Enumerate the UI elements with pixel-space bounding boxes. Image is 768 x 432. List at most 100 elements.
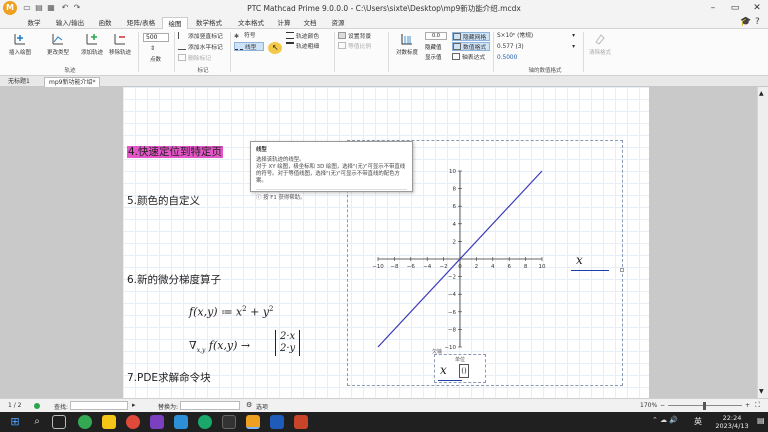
plot-axis-variable[interactable]: x — [576, 253, 583, 267]
find-input[interactable] — [70, 401, 128, 410]
axis-expression-button[interactable]: 轴表达式 — [452, 53, 485, 62]
hide-value-label[interactable]: 隐藏值 — [425, 43, 442, 51]
insert-plot-button[interactable]: 插入绘图 — [6, 32, 34, 56]
set-background-label: 设置背景 — [348, 34, 372, 40]
workspace: 4.快速定位到特定页 5.颜色的自定义 6.新的微分梯度算子 f(x,y) ≔ … — [0, 87, 768, 398]
trace-color-dropdown[interactable]: 轨迹颜色 — [286, 32, 319, 41]
windows-start-icon[interactable]: ⊞ — [8, 415, 22, 429]
scroll-up-icon[interactable]: ▲ — [759, 90, 764, 97]
add-vertical-marker-button[interactable]: 添加竖直标记 — [178, 32, 223, 41]
x-tick-label: −6 — [407, 264, 416, 270]
tab-text-format[interactable]: 文本格式 — [232, 17, 270, 29]
gradient-expression[interactable]: ∇x,y f(x,y) → — [189, 339, 250, 354]
document-tab-bar: 无标题1 mp9新功能介绍* — [0, 76, 768, 87]
taskbar-date[interactable]: 2023/4/13 — [708, 422, 756, 430]
worksheet-page[interactable]: 4.快速定位到特定页 5.颜色的自定义 6.新的微分梯度算子 f(x,y) ≔ … — [123, 87, 649, 398]
units-box[interactable]: 单位 x () — [434, 354, 486, 383]
tab-math-format[interactable]: 数学格式 — [190, 17, 228, 29]
remove-trace-icon — [114, 34, 125, 45]
onenote-icon[interactable] — [150, 415, 164, 429]
delete-marker-button[interactable]: 删除标记 — [178, 54, 211, 63]
help-icon[interactable]: ? — [755, 17, 760, 27]
tab-resources[interactable]: 资源 — [326, 17, 350, 29]
replace-icon[interactable]: ⚙ — [246, 401, 252, 409]
input-language[interactable]: 英 — [694, 416, 702, 427]
system-tray-icons[interactable]: ⌃ ☁ 🔊 — [652, 416, 678, 424]
ribbon-divider — [334, 32, 335, 72]
options-label[interactable]: 选项 — [256, 402, 268, 411]
status-bar: 1 / 2 查找: ▸ 替换为: ⚙ 选项 170% − + ⛶ — [0, 398, 768, 412]
terminal-icon[interactable] — [222, 415, 236, 429]
wechat-icon[interactable] — [198, 415, 212, 429]
mathcad-taskbar-icon[interactable] — [246, 415, 260, 429]
tab-untitled-1[interactable]: 无标题1 — [4, 77, 34, 87]
trace-thickness-dropdown[interactable]: 轨迹粗细 — [286, 42, 319, 51]
minimize-button[interactable]: – — [702, 0, 724, 16]
chrome-icon[interactable] — [78, 415, 92, 429]
tab-matrix-table[interactable]: 矩阵/表格 — [122, 17, 160, 29]
add-trace-button[interactable]: 添加轨迹 — [80, 32, 104, 56]
units-variable[interactable]: x — [440, 363, 447, 377]
trace-group-label: 轨迹 — [64, 68, 76, 74]
points-input[interactable]: 500 — [143, 33, 169, 42]
powerpoint-icon[interactable] — [294, 415, 308, 429]
taskbar-time[interactable]: 22:24 — [712, 414, 752, 422]
tooltip-help: ⓘ 按 F1 获得帮助。 — [256, 189, 407, 201]
app-icon-red[interactable] — [126, 415, 140, 429]
zoom-slider-thumb[interactable] — [703, 402, 706, 410]
numeric-format-button[interactable]: 数值格式 — [452, 42, 490, 51]
axis-limits-box[interactable]: 0.0 — [425, 32, 447, 40]
hide-grid-button[interactable]: 隐藏网格 — [452, 32, 490, 41]
units-placeholder[interactable]: () — [459, 364, 469, 378]
points-stepper-icon[interactable]: ⇕ — [150, 45, 155, 52]
zoom-out-icon[interactable]: − — [660, 402, 665, 409]
clear-format-button[interactable]: 清除格式 — [585, 32, 615, 56]
y-tick-label: 2 — [453, 239, 457, 245]
notification-icon[interactable]: ▤ — [757, 416, 765, 425]
y-tick-label: 8 — [453, 187, 457, 193]
set-background-dropdown[interactable]: 设置背景 — [338, 32, 371, 41]
maximize-button[interactable]: ▭ — [724, 0, 746, 16]
value-sample: 0.5000 — [497, 55, 518, 61]
tab-document[interactable]: 文档 — [298, 17, 322, 29]
close-button[interactable]: ✕ — [746, 0, 768, 16]
show-value-label[interactable]: 显示值 — [425, 53, 442, 61]
find-next-icon[interactable]: ▸ — [132, 401, 136, 409]
value-precision-dropdown[interactable]: 0.577 (3) ▾ — [497, 43, 577, 52]
remove-trace-button[interactable]: 移除轨迹 — [108, 32, 132, 56]
insert-plot-label: 插入绘图 — [8, 50, 31, 56]
search-icon[interactable]: ⌕ — [30, 415, 44, 429]
ribbon-divider — [174, 32, 175, 72]
window-title: PTC Mathcad Prime 9.0.0.0 - C:\Users\six… — [247, 4, 521, 13]
value-format-dropdown[interactable]: S×10ⁿ (常规) ▾ — [497, 32, 577, 41]
scroll-down-icon[interactable]: ▼ — [759, 388, 764, 395]
line-type-tooltip: 线型 选择该轨迹的线型。 对于 XY 绘图，极坐标和 3D 绘图，选择"(无)"… — [250, 141, 413, 201]
app-icon-blue[interactable] — [174, 415, 188, 429]
tab-plot[interactable]: 绘图 — [162, 17, 188, 29]
line-type-dropdown[interactable]: 线型 — [234, 42, 264, 51]
vertical-scrollbar[interactable]: ▲ ▼ — [757, 87, 768, 398]
y-tick-label: −6 — [448, 310, 457, 316]
replace-input[interactable] — [180, 401, 240, 410]
task-view-icon[interactable] — [52, 415, 66, 429]
tab-mp9-intro[interactable]: mp9新功能介绍* — [44, 77, 101, 87]
add-horizontal-marker-button[interactable]: 添加水平标记 — [178, 43, 223, 52]
graduation-cap-icon[interactable]: 🎓 — [740, 17, 751, 27]
tab-calculate[interactable]: 计算 — [272, 17, 296, 29]
resize-handle[interactable] — [620, 268, 624, 272]
fit-page-icon[interactable]: ⛶ — [755, 401, 760, 410]
function-definition[interactable]: f(x,y) ≔ x2 + y2 — [189, 305, 274, 319]
change-type-button[interactable]: 更改类型 — [44, 32, 72, 56]
tab-functions[interactable]: 函数 — [90, 17, 120, 29]
zoom-in-icon[interactable]: + — [745, 402, 750, 409]
x-tick-label: −8 — [390, 264, 399, 270]
word-icon[interactable] — [270, 415, 284, 429]
equal-ratio-button[interactable]: 等值比例 — [338, 42, 371, 51]
ribbon-divider — [493, 32, 494, 72]
symbol-dropdown[interactable]: ✱ 符号 — [234, 32, 256, 41]
heading-4-text: 4.快速定位到特定页 — [127, 146, 224, 158]
tab-input-output[interactable]: 输入/输出 — [52, 17, 88, 29]
tab-math[interactable]: 数学 — [18, 17, 50, 29]
file-explorer-icon[interactable] — [102, 415, 116, 429]
log-scale-button[interactable]: 对数标度 — [393, 32, 421, 56]
